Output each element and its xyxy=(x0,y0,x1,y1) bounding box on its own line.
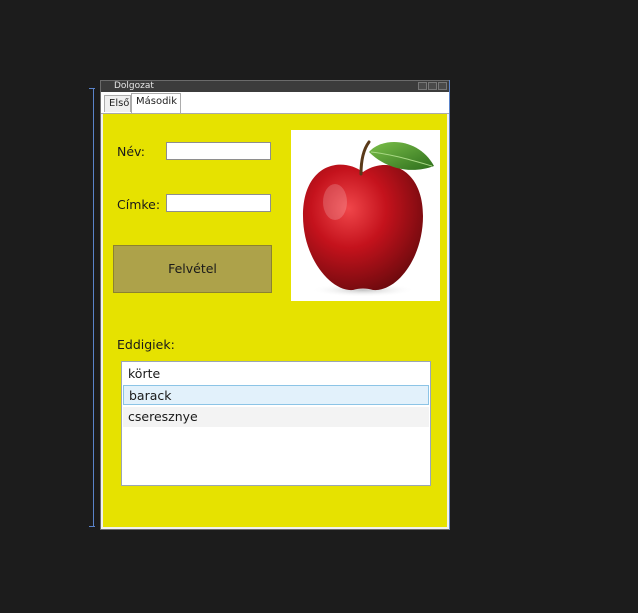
title-bar[interactable]: Dolgozat xyxy=(101,81,449,92)
list-label: Eddigiek: xyxy=(117,337,175,352)
tab-content-panel: Név: Címke: Felvétel Eddigiek: körte bar… xyxy=(103,114,447,527)
list-item[interactable]: körte xyxy=(123,364,429,384)
selection-border xyxy=(449,80,450,530)
designer-guide-line xyxy=(93,88,94,526)
list-item-selected[interactable]: barack xyxy=(123,385,429,405)
tab-strip: Első Második xyxy=(101,92,449,114)
minimize-icon[interactable] xyxy=(418,82,427,90)
apple-image xyxy=(291,130,440,301)
designer-guide-tick-bottom xyxy=(89,526,95,527)
tab-masodik[interactable]: Második xyxy=(131,93,181,113)
tag-label: Címke: xyxy=(117,197,161,212)
close-icon[interactable] xyxy=(438,82,447,90)
name-input[interactable] xyxy=(166,142,271,160)
apple-icon xyxy=(303,140,434,297)
tag-input[interactable] xyxy=(166,194,271,212)
maximize-icon[interactable] xyxy=(428,82,437,90)
list-item[interactable]: cseresznye xyxy=(123,407,429,427)
add-button[interactable]: Felvétel xyxy=(113,245,272,293)
designer-window[interactable]: Dolgozat Első Második Név: Címke: Felvét… xyxy=(100,80,450,530)
window-controls xyxy=(418,82,447,90)
window-title: Dolgozat xyxy=(114,81,154,91)
designer-guide-tick-top xyxy=(89,88,95,89)
tab-elso[interactable]: Első xyxy=(104,95,131,112)
name-label: Név: xyxy=(117,144,145,159)
items-listbox[interactable]: körte barack cseresznye xyxy=(121,361,431,486)
